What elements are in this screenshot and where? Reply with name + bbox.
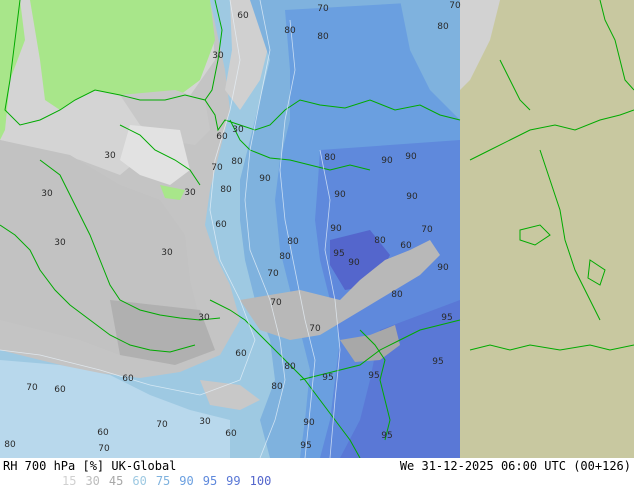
contour-label: 30 — [232, 125, 244, 135]
legend-item: 15 — [62, 474, 77, 488]
contour-label: 70 — [26, 383, 38, 393]
contour-label: 30 — [212, 51, 224, 61]
contour-label: 90 — [259, 174, 271, 184]
rh-map: 60 70 70 80 80 80 30 30 60 30 80 70 90 80 90 90 80 90 90 30… — [0, 0, 634, 458]
contour-label: 30 — [161, 248, 173, 258]
contour-label: 60 — [237, 11, 249, 21]
contour-label: 30 — [199, 417, 211, 427]
legend-item: 100 — [249, 474, 272, 488]
contour-label: 70 — [421, 225, 433, 235]
contour-label: 60 — [225, 429, 237, 439]
contour-label: 90 — [303, 418, 315, 428]
contour-label: 60 — [216, 132, 228, 142]
contour-label: 80 — [284, 362, 296, 372]
contour-label: 90 — [348, 258, 360, 268]
contour-label: 70 — [309, 324, 321, 334]
contour-label: 90 — [334, 190, 346, 200]
contour-label: 80 — [4, 440, 16, 450]
legend-item: 99 — [226, 474, 241, 488]
contour-label: 80 — [284, 26, 296, 36]
contour-label: 70 — [270, 298, 282, 308]
contour-label: 90 — [437, 263, 449, 273]
contour-label: 60 — [54, 385, 66, 395]
contour-label: 90 — [381, 156, 393, 166]
contour-label: 95 — [441, 313, 452, 323]
contour-label: 95 — [368, 371, 379, 381]
contour-label: 95 — [432, 357, 443, 367]
contour-label: 60 — [400, 241, 412, 251]
map-title: RH 700 hPa [%] UK-Global — [3, 459, 177, 473]
contour-label: 80 — [437, 22, 449, 32]
contour-label: 30 — [184, 188, 196, 198]
contour-label: 80 — [317, 32, 329, 42]
contour-label: 60 — [122, 374, 134, 384]
contour-label: 70 — [317, 4, 329, 14]
contour-label: 90 — [406, 192, 418, 202]
contour-label: 80 — [271, 382, 283, 392]
contour-label: 60 — [215, 220, 227, 230]
legend-item: 90 — [179, 474, 194, 488]
legend-item: 30 — [85, 474, 100, 488]
contour-label: 80 — [324, 153, 336, 163]
legend-item: 45 — [108, 474, 124, 488]
map-canvas: 6070 708080803030603080709080 90 9080 90 9030… — [0, 0, 634, 458]
contour-label: 80 — [391, 290, 403, 300]
valid-time: We 31-12-2025 06:00 UTC (00+126) — [399, 459, 631, 473]
contour-label: 70 — [211, 163, 223, 173]
contour-label: 80 — [287, 237, 299, 247]
contour-label: 70 — [98, 444, 110, 454]
map-footer: RH 700 hPa [%] UK-Global We 31-12-2025 0… — [0, 458, 634, 490]
contour-label: 70 — [267, 269, 279, 279]
contour-label: 30 — [54, 238, 66, 248]
color-legend: 15 30 45 60 75 90 95 99 100 — [62, 474, 280, 488]
contour-label: 60 — [97, 428, 109, 438]
contour-label: 95 — [300, 441, 311, 451]
contour-label: 95 — [322, 373, 333, 383]
contour-label: 95 — [381, 431, 392, 441]
contour-label: 70 — [449, 1, 461, 11]
contour-label: 30 — [198, 313, 210, 323]
outside-domain — [460, 0, 634, 458]
contour-label: 90 — [330, 224, 342, 234]
legend-item: 60 — [132, 474, 147, 488]
contour-label: 80 — [231, 157, 243, 167]
contour-label: 60 — [235, 349, 247, 359]
contour-label: 80 — [374, 236, 386, 246]
contour-label: 95 — [333, 249, 344, 259]
contour-label: 30 — [104, 151, 116, 161]
contour-label: 70 — [156, 420, 168, 430]
contour-label: 80 — [220, 185, 232, 195]
legend-item: 95 — [202, 474, 218, 488]
legend-item: 75 — [155, 474, 171, 488]
contour-label: 30 — [41, 189, 53, 199]
contour-label: 80 — [279, 252, 291, 262]
contour-label: 90 — [405, 152, 417, 162]
